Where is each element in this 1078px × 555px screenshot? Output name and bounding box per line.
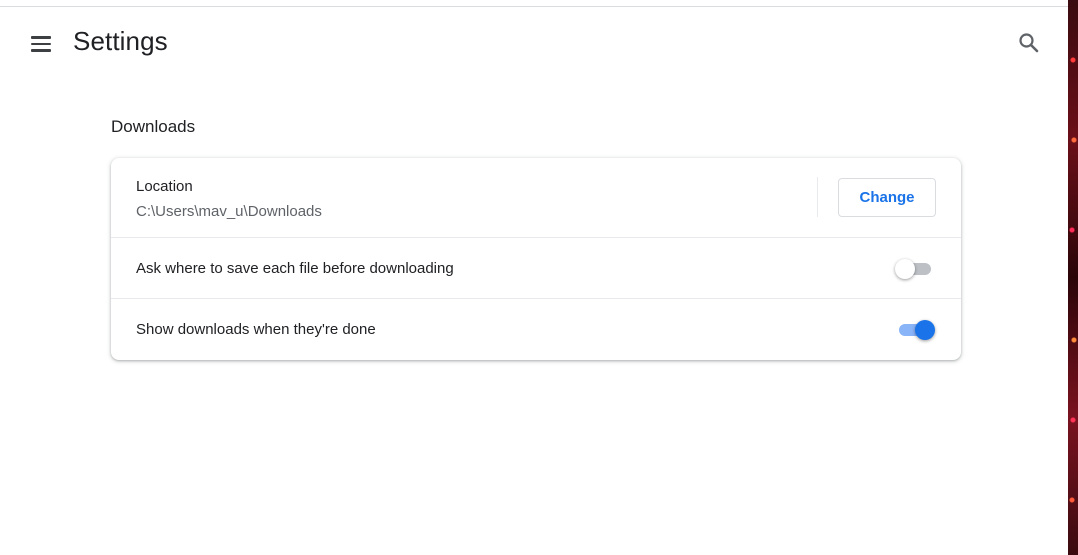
settings-header: Settings: [0, 7, 1068, 79]
location-path: C:\Users\mav_u\Downloads: [136, 203, 322, 220]
search-icon[interactable]: [1016, 30, 1042, 56]
ask-where-to-save-row[interactable]: Ask where to save each file before downl…: [111, 239, 961, 299]
menu-line: [31, 36, 51, 39]
ask-where-to-save-label: Ask where to save each file before downl…: [136, 260, 454, 277]
toggle-knob: [895, 259, 915, 279]
ask-where-to-save-toggle[interactable]: [895, 258, 935, 280]
toggle-knob: [915, 320, 935, 340]
section-title-downloads: Downloads: [111, 117, 196, 136]
change-location-button[interactable]: Change: [838, 178, 936, 217]
downloads-settings-card: Location C:\Users\mav_u\Downloads Change…: [111, 158, 961, 360]
window-top-border: [0, 0, 1068, 7]
desktop-wallpaper-edge: [1068, 0, 1078, 555]
row-divider: [817, 177, 818, 217]
settings-window: Settings Downloads Location C:\Users\mav…: [0, 0, 1068, 555]
location-row: Location C:\Users\mav_u\Downloads Change: [111, 158, 961, 238]
location-label: Location: [136, 178, 193, 195]
show-downloads-row[interactable]: Show downloads when they're done: [111, 300, 961, 360]
show-downloads-toggle[interactable]: [895, 319, 935, 341]
show-downloads-label: Show downloads when they're done: [136, 321, 376, 338]
menu-line: [31, 42, 51, 46]
hamburger-menu-icon[interactable]: [26, 29, 56, 59]
menu-line: [31, 49, 51, 52]
page-title: Settings: [73, 26, 168, 56]
